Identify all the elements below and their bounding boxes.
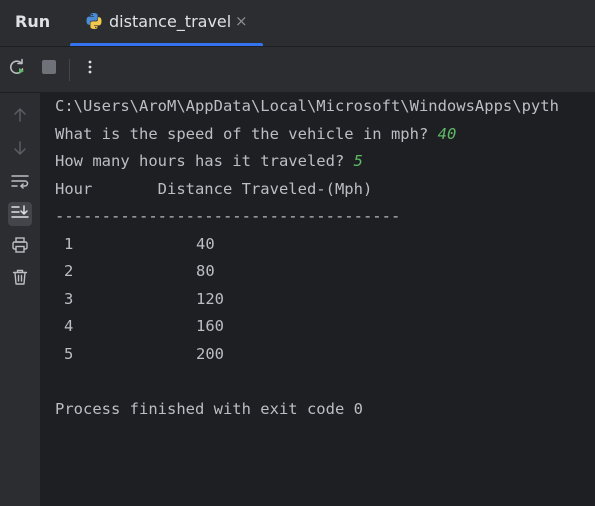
run-tool-window: Run distance_travel × C:\Users\AroM\AppD… [0, 0, 595, 506]
rerun-button[interactable] [6, 58, 28, 80]
arrow-down-icon [12, 140, 28, 160]
scroll-to-end-button[interactable] [8, 202, 32, 226]
tab-label: distance_travel [109, 12, 232, 31]
close-icon[interactable]: × [235, 12, 248, 30]
stop-icon [41, 59, 57, 79]
more-options-button[interactable] [79, 58, 101, 80]
hours-prompt-line: How many hours has it traveled? 5 [55, 151, 363, 171]
exit-message-line: Process finished with exit code 0 [55, 400, 363, 418]
table-header-line: Hour Distance Traveled-(Mph) [55, 180, 373, 198]
distance-cell: 120 [196, 290, 224, 308]
hour-cell: 4 [64, 317, 74, 335]
speed-input-value: 40 [437, 125, 457, 143]
hour-cell: 3 [64, 290, 74, 308]
hours-prompt-text: How many hours has it traveled? [55, 152, 354, 170]
run-toolbar [0, 47, 595, 93]
run-title: Run [15, 12, 51, 31]
arrow-up-icon [12, 107, 28, 127]
vertical-dots-icon [82, 59, 98, 79]
soft-wrap-icon [11, 173, 29, 193]
distance-cell: 80 [196, 262, 215, 280]
console-gutter [0, 93, 40, 506]
trash-icon [11, 268, 29, 290]
hour-cell: 2 [64, 262, 74, 280]
distance-cell: 160 [196, 317, 224, 335]
hours-input-value: 5 [353, 152, 363, 170]
distance-cell: 200 [196, 345, 224, 363]
tab-distance-travel[interactable]: distance_travel × [70, 0, 263, 46]
scroll-to-end-icon [11, 204, 29, 224]
scroll-down-button[interactable] [8, 138, 32, 162]
scroll-up-button[interactable] [8, 105, 32, 129]
interpreter-path-line: C:\Users\AroM\AppData\Local\Microsoft\Wi… [55, 97, 559, 115]
clear-all-button[interactable] [8, 267, 32, 291]
speed-prompt-line: What is the speed of the vehicle in mph?… [55, 124, 456, 144]
rerun-icon [8, 58, 26, 80]
hour-cell: 1 [64, 235, 74, 253]
soft-wrap-button[interactable] [8, 171, 32, 195]
speed-prompt-text: What is the speed of the vehicle in mph? [55, 125, 438, 143]
run-header: Run distance_travel × [0, 0, 595, 47]
distance-cell: 40 [196, 235, 215, 253]
separator-line: ------------------------------------- [55, 207, 401, 225]
printer-icon [11, 236, 29, 258]
toolbar-separator [69, 59, 70, 81]
python-icon [85, 12, 103, 30]
print-button[interactable] [8, 235, 32, 259]
console-output[interactable]: C:\Users\AroM\AppData\Local\Microsoft\Wi… [40, 93, 595, 506]
active-tab-indicator [70, 43, 263, 46]
stop-button[interactable] [38, 58, 60, 80]
hour-cell: 5 [64, 345, 74, 363]
